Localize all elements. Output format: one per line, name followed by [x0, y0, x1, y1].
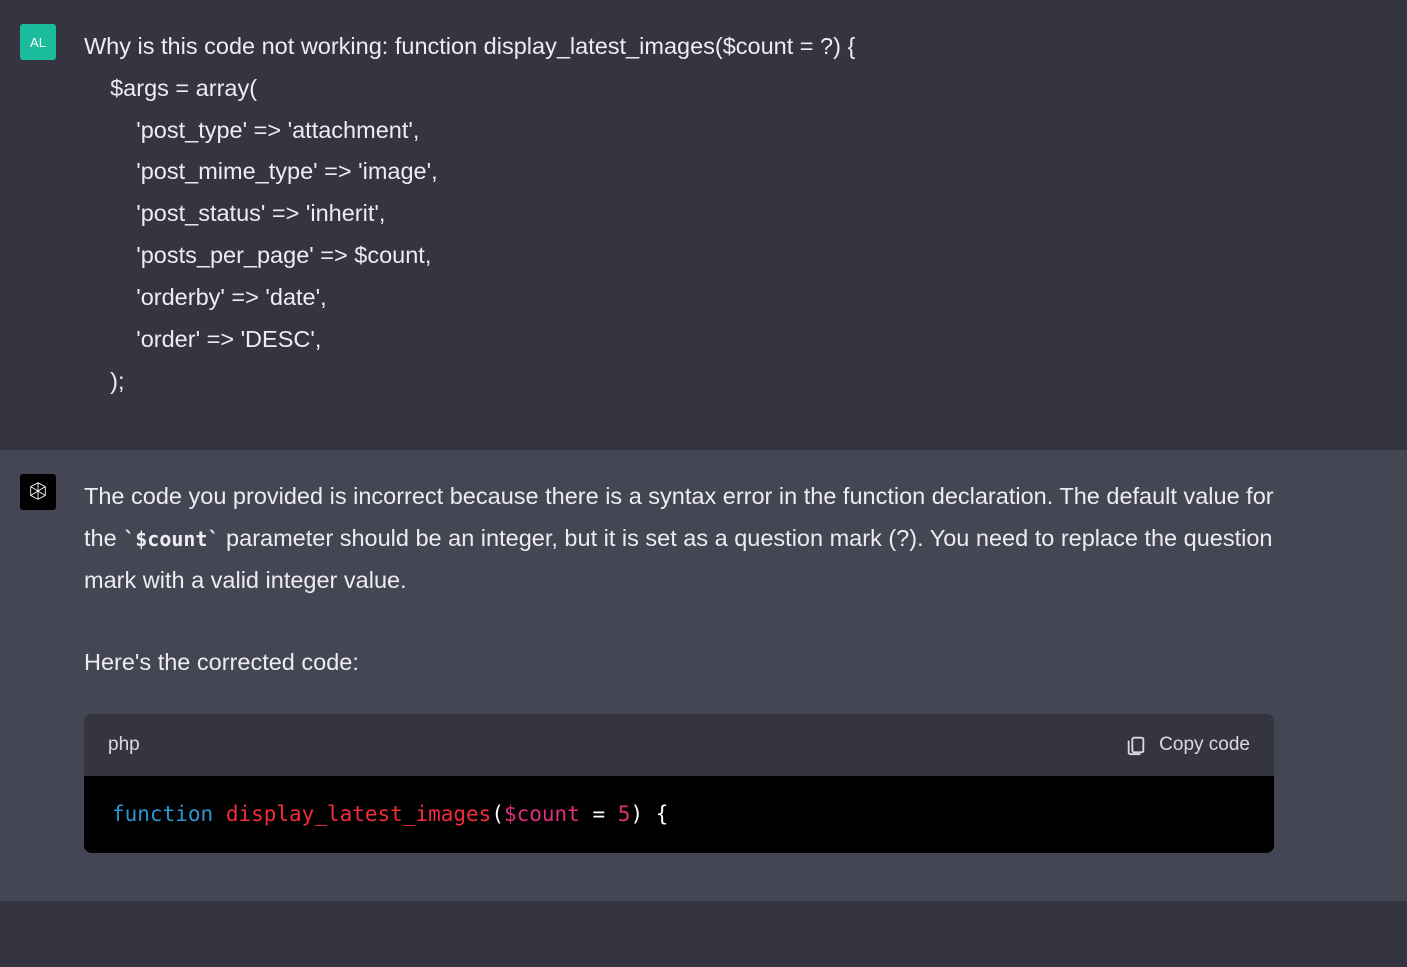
user-message-content: Why is this code not working: function d…	[84, 24, 1274, 402]
code-token-punct: (	[491, 802, 504, 826]
openai-logo-icon	[25, 479, 51, 505]
code-token-keyword: function	[112, 802, 213, 826]
code-token-number: 5	[618, 802, 631, 826]
user-line: 'post_status' => 'inherit',	[84, 193, 1274, 235]
user-line: $args = array(	[84, 68, 1274, 110]
code-block: php Copy code function display_latest_im…	[84, 714, 1274, 853]
inline-code: `$count`	[123, 527, 219, 551]
user-line: Why is this code not working: function d…	[84, 26, 1274, 68]
code-token-punct: )	[630, 802, 643, 826]
avatar-initials: AL	[30, 35, 46, 50]
user-line: 'orderby' => 'date',	[84, 277, 1274, 319]
user-avatar: AL	[20, 24, 56, 60]
code-token-punct: =	[580, 802, 618, 826]
user-line: 'post_mime_type' => 'image',	[84, 151, 1274, 193]
user-line: );	[84, 361, 1274, 403]
assistant-message-content: The code you provided is incorrect becau…	[84, 474, 1274, 853]
user-line: 'post_type' => 'attachment',	[84, 110, 1274, 152]
code-language-label: php	[108, 728, 140, 762]
assistant-paragraph: The code you provided is incorrect becau…	[84, 476, 1274, 601]
copy-code-label: Copy code	[1159, 728, 1250, 762]
user-line: 'order' => 'DESC',	[84, 319, 1274, 361]
assistant-paragraph: Here's the corrected code:	[84, 642, 1274, 684]
clipboard-icon	[1125, 734, 1147, 756]
text-run: parameter should be an integer, but it i…	[84, 525, 1272, 593]
assistant-message: The code you provided is incorrect becau…	[0, 450, 1407, 901]
code-token-function: display_latest_images	[226, 802, 492, 826]
code-block-body[interactable]: function display_latest_images($count = …	[84, 776, 1274, 854]
user-message: AL Why is this code not working: functio…	[0, 0, 1407, 450]
code-block-header: php Copy code	[84, 714, 1274, 776]
code-token-punct: {	[643, 802, 668, 826]
copy-code-button[interactable]: Copy code	[1125, 728, 1250, 762]
assistant-avatar	[20, 474, 56, 510]
code-token-variable: $count	[504, 802, 580, 826]
user-line: 'posts_per_page' => $count,	[84, 235, 1274, 277]
